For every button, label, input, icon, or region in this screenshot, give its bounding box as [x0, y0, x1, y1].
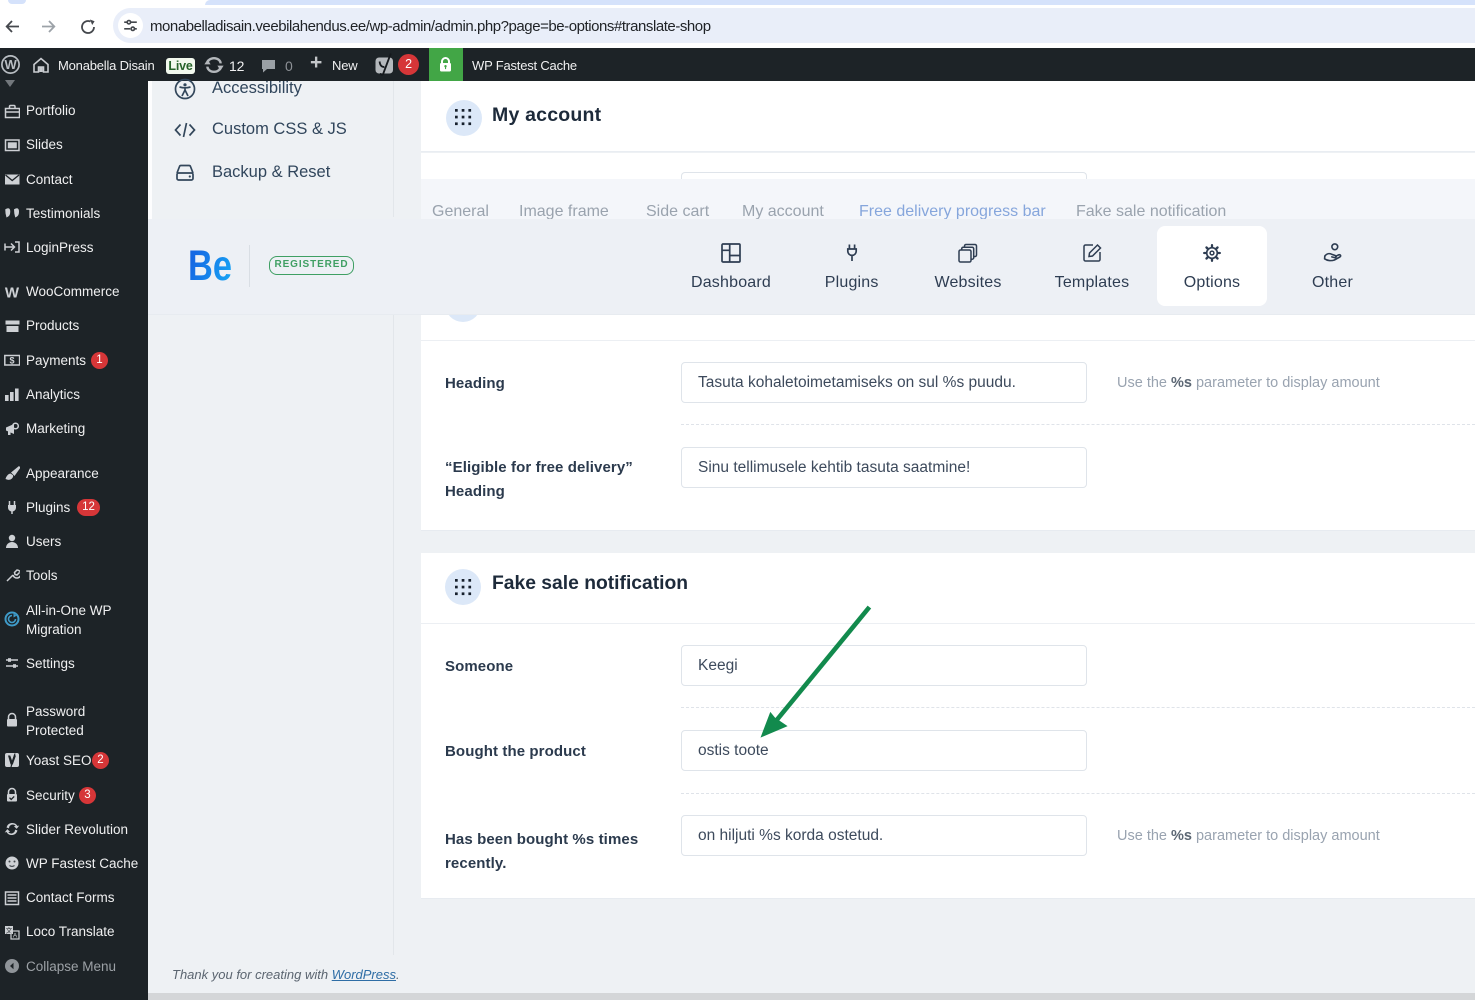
- svg-text:W: W: [5, 284, 20, 300]
- svg-text:文: 文: [6, 925, 13, 934]
- svg-text:A: A: [13, 932, 18, 939]
- svg-text:$: $: [9, 355, 14, 365]
- svg-text:W: W: [4, 57, 17, 72]
